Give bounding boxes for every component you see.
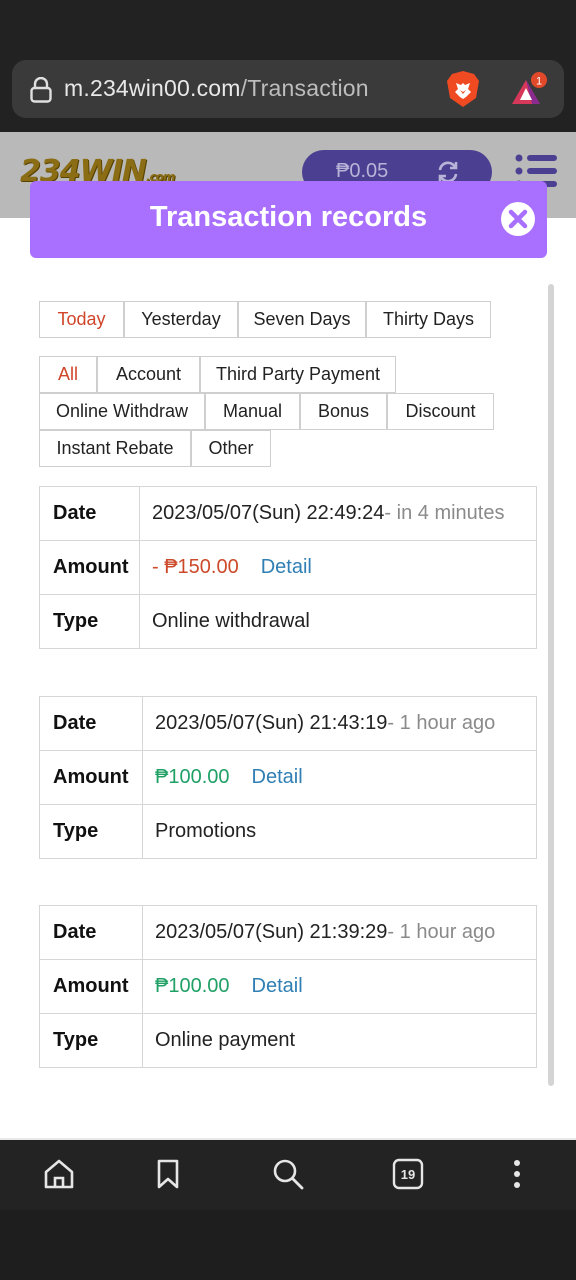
record-relative-time: - 1 hour ago — [387, 921, 496, 943]
filter-discount[interactable]: Discount — [387, 393, 494, 430]
browser-bottom-nav: 19 — [0, 1140, 576, 1210]
date-label: Date — [40, 487, 140, 541]
filter-thirty-days[interactable]: Thirty Days — [366, 301, 491, 338]
browser-toolbar: m.234win00.com/Transaction 1 — [0, 50, 576, 132]
amount-label: Amount — [40, 751, 143, 805]
filter-all[interactable]: All — [39, 356, 97, 393]
record-amount-row: Amount ₱100.00 Detail — [40, 960, 536, 1014]
modal-title: Transaction records — [149, 201, 428, 233]
url-domain: m.234win00.com — [64, 75, 241, 101]
amount-label: Amount — [40, 541, 140, 595]
filter-account[interactable]: Account — [97, 356, 200, 393]
close-icon[interactable] — [500, 201, 536, 237]
detail-link[interactable]: Detail — [261, 556, 312, 578]
record-date: 2023/05/07(Sun) 22:49:24- in 4 minutes — [152, 487, 504, 541]
filter-today[interactable]: Today — [39, 301, 124, 338]
system-gesture-area — [0, 1210, 576, 1280]
record-amount-value: - ₱150.00 — [152, 556, 239, 578]
rewards-badge: 1 — [536, 76, 542, 88]
record-date-row: Date 2023/05/07(Sun) 22:49:24- in 4 minu… — [40, 487, 536, 541]
filter-other[interactable]: Other — [191, 430, 271, 467]
record-amount: ₱100.00 Detail — [155, 751, 303, 805]
search-icon[interactable] — [272, 1158, 304, 1190]
status-bar — [0, 0, 576, 50]
filter-yesterday[interactable]: Yesterday — [124, 301, 238, 338]
date-label: Date — [40, 906, 143, 960]
record-amount-value: ₱100.00 — [155, 975, 230, 997]
type-label: Type — [40, 805, 143, 859]
record-relative-time: - in 4 minutes — [384, 502, 505, 524]
filter-online-withdraw[interactable]: Online Withdraw — [39, 393, 205, 430]
record-amount: ₱100.00 Detail — [155, 960, 303, 1014]
rewards-icon[interactable]: 1 — [510, 72, 550, 108]
record-type-row: Type Promotions — [40, 805, 536, 859]
brave-shields-icon[interactable] — [446, 70, 480, 108]
transaction-record: Date 2023/05/07(Sun) 21:43:19- 1 hour ag… — [39, 696, 537, 859]
detail-link[interactable]: Detail — [252, 975, 303, 997]
filter-third-party-payment[interactable]: Third Party Payment — [200, 356, 396, 393]
record-type-row: Type Online payment — [40, 1014, 536, 1068]
record-date-row: Date 2023/05/07(Sun) 21:43:19- 1 hour ag… — [40, 697, 536, 751]
bookmark-icon[interactable] — [152, 1158, 184, 1190]
record-date-text: 2023/05/07(Sun) 21:43:19 — [155, 712, 388, 734]
record-amount-row: Amount - ₱150.00 Detail — [40, 541, 536, 595]
transaction-record: Date 2023/05/07(Sun) 22:49:24- in 4 minu… — [39, 486, 537, 649]
record-amount-row: Amount ₱100.00 Detail — [40, 751, 536, 805]
amount-label: Amount — [40, 960, 143, 1014]
modal-header: Transaction records — [30, 181, 547, 258]
record-date: 2023/05/07(Sun) 21:43:19- 1 hour ago — [155, 697, 495, 751]
record-type-row: Type Online withdrawal — [40, 595, 536, 649]
filter-bonus[interactable]: Bonus — [300, 393, 387, 430]
record-date-row: Date 2023/05/07(Sun) 21:39:29- 1 hour ag… — [40, 906, 536, 960]
record-amount: - ₱150.00 Detail — [152, 541, 312, 595]
date-label: Date — [40, 697, 143, 751]
detail-link[interactable]: Detail — [252, 766, 303, 788]
filter-manual[interactable]: Manual — [205, 393, 300, 430]
url-text[interactable]: m.234win00.com/Transaction — [64, 75, 369, 102]
record-type: Online withdrawal — [152, 610, 310, 632]
transaction-record: Date 2023/05/07(Sun) 21:39:29- 1 hour ag… — [39, 905, 537, 1068]
balance-amount: ₱0.05 — [336, 160, 389, 182]
record-date-text: 2023/05/07(Sun) 22:49:24 — [152, 502, 385, 524]
record-relative-time: - 1 hour ago — [387, 712, 496, 734]
scrollbar[interactable] — [548, 284, 554, 1086]
address-bar[interactable]: m.234win00.com/Transaction 1 — [12, 60, 564, 118]
lock-icon[interactable] — [30, 77, 52, 103]
record-type: Online payment — [155, 1029, 296, 1051]
more-options-icon[interactable] — [501, 1158, 533, 1190]
type-label: Type — [40, 595, 140, 649]
type-label: Type — [40, 1014, 143, 1068]
record-type: Promotions — [155, 820, 257, 842]
filter-instant-rebate[interactable]: Instant Rebate — [39, 430, 191, 467]
record-amount-value: ₱100.00 — [155, 766, 230, 788]
record-date-text: 2023/05/07(Sun) 21:39:29 — [155, 921, 388, 943]
url-path: /Transaction — [240, 75, 369, 101]
home-icon[interactable] — [43, 1158, 75, 1190]
tabs-icon[interactable]: 19 — [392, 1158, 424, 1190]
filter-seven-days[interactable]: Seven Days — [238, 301, 366, 338]
record-date: 2023/05/07(Sun) 21:39:29- 1 hour ago — [155, 906, 495, 960]
tab-count: 19 — [401, 1167, 415, 1182]
